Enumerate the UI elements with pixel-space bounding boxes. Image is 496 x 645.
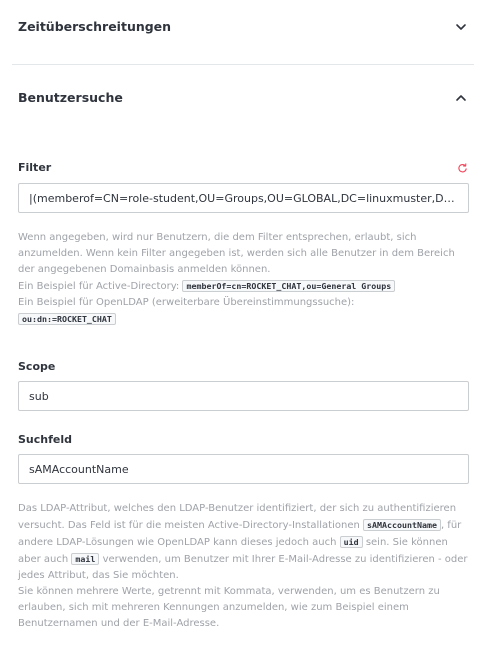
filter-hint-line: Wenn angegeben, wird nur Benutzern, die … (18, 232, 417, 243)
suchfeld-hint-code-mail: mail (71, 553, 100, 565)
filter-hint-line: anzumelden. Wenn kein Filter angegeben i… (18, 248, 455, 259)
suchfeld-label: Suchfeld (18, 433, 72, 446)
filter-hint-ldap-prefix: Ein Beispiel für OpenLDAP (erweiterbare … (18, 297, 355, 308)
filter-hint: Wenn angegeben, wird nur Benutzern, die … (18, 230, 470, 328)
filter-input[interactable]: |(memberof=CN=role-student,OU=Groups,OU=… (18, 183, 469, 213)
suchfeld-input[interactable]: sAMAccountName (18, 454, 469, 484)
scope-input-value: sub (29, 389, 49, 403)
section-divider (12, 64, 474, 65)
section-header-benutzersuche[interactable]: Benutzersuche (18, 90, 468, 105)
filter-hint-ad-prefix: Ein Beispiel für Active-Directory: (18, 281, 180, 292)
section-header-zeitueberschreitungen[interactable]: Zeitüberschreitungen (18, 19, 468, 34)
filter-label: Filter (18, 161, 52, 174)
filter-input-value: |(memberof=CN=role-student,OU=Groups,OU=… (29, 191, 458, 205)
suchfeld-input-value: sAMAccountName (29, 462, 129, 476)
chevron-up-icon[interactable] (454, 91, 468, 105)
filter-hint-line: der angegebenen Domainbasis anmelden kön… (18, 264, 271, 275)
suchfeld-hint-para1: Das LDAP-Attribut, welches den LDAP-Benu… (18, 501, 470, 584)
section-title: Zeitüberschreitungen (18, 19, 172, 34)
filter-hint-ad: Ein Beispiel für Active-Directory: membe… (18, 278, 470, 295)
chevron-down-icon[interactable] (454, 20, 468, 34)
reset-icon[interactable] (457, 163, 468, 174)
suchfeld-hint-code-samaccountname: sAMAccountName (363, 519, 441, 531)
filter-hint-ldap: ou:dn:=ROCKET_CHAT (18, 311, 470, 328)
filter-hint-ad-code: memberOf=cn=ROCKET_CHAT,ou=General Group… (182, 280, 396, 292)
suchfeld-hint-code-uid: uid (339, 536, 363, 548)
scope-label: Scope (18, 360, 56, 373)
section-title: Benutzersuche (18, 90, 123, 105)
filter-hint-ldap-code: ou:dn:=ROCKET_CHAT (18, 313, 116, 325)
suchfeld-hint-para2: Sie können mehrere Werte, getrennt mit K… (18, 586, 440, 629)
scope-input[interactable]: sub (18, 381, 469, 411)
suchfeld-hint: Das LDAP-Attribut, welches den LDAP-Benu… (18, 501, 470, 632)
